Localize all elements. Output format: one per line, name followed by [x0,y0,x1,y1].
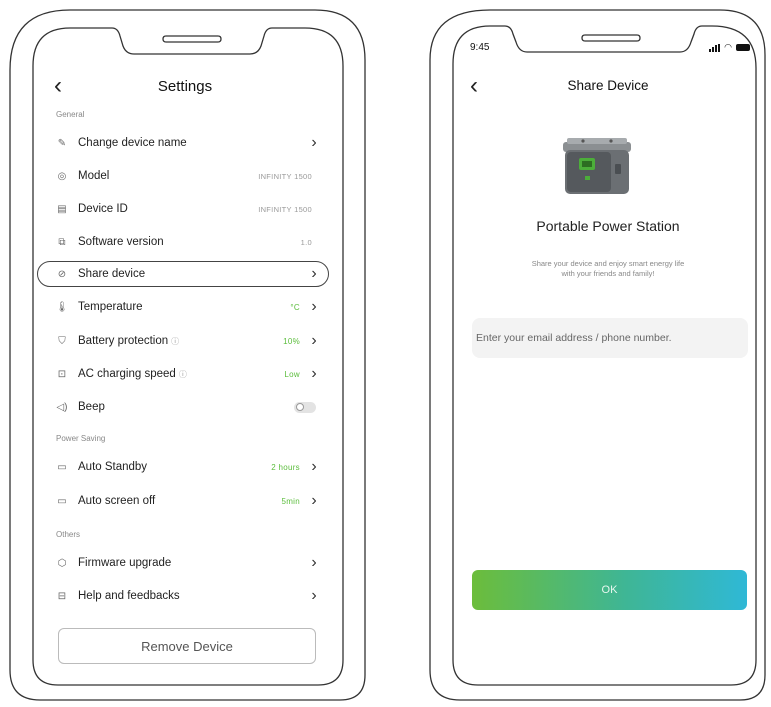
row-ac-charging-speed[interactable]: ⊡ AC charging speed ⓘ Low › [54,359,320,389]
row-auto-screen-off[interactable]: ▭ Auto screen off 5min › [54,486,320,516]
row-value: 5min [281,496,300,506]
row-value: 2 hours [271,462,300,472]
row-auto-standby[interactable]: ▭ Auto Standby 2 hours › [54,452,320,482]
toggle-knob [296,403,304,411]
settings-screen: ‹ Settings General ✎ Change device name … [37,58,330,688]
chevron-right-icon: › [311,265,317,282]
share-header: ‹ Share Device [458,74,758,104]
remove-device-button[interactable]: Remove Device [58,628,316,664]
row-help-feedbacks[interactable]: ⊟ Help and feedbacks › [54,581,320,611]
row-label: Help and feedbacks [78,590,180,602]
firmware-icon: ⬡ [57,557,67,569]
battery-icon [736,44,750,51]
row-label: Firmware upgrade [78,557,172,569]
share-icon: ⊘ [57,268,67,280]
chevron-right-icon: › [311,492,317,509]
power-station-image [563,138,631,194]
row-label: AC charging speed [78,368,176,380]
product-name: Portable Power Station [536,218,680,234]
signal-icon [709,43,721,52]
speaker-icon: ◁) [56,401,68,413]
row-temperature[interactable]: 🌡︎ Temperature °C › [54,292,320,322]
plug-icon: ⊡ [57,368,67,380]
row-label: Beep [78,401,105,413]
settings-header: ‹ Settings [40,72,330,102]
feedback-icon: ⊟ [57,590,67,602]
row-firmware-upgrade[interactable]: ⬡ Firmware upgrade › [54,548,320,578]
screen-icon: ▭ [57,495,67,507]
chevron-right-icon: › [311,587,317,604]
row-value: °C [290,302,300,312]
row-value: 1.0 [300,237,312,247]
status-icons: ◠ [709,43,750,52]
row-label: Battery protection [78,335,169,347]
row-value: INFINITY 1500 [258,204,312,214]
beep-toggle[interactable] [294,401,316,413]
row-label: Model [78,170,110,182]
row-share-device[interactable]: ⊘ Share device › [54,259,320,289]
chevron-right-icon: › [311,554,317,571]
status-time: 9:45 [470,42,490,53]
share-description: Share your device and enjoy smart energy… [498,259,718,279]
chevron-right-icon: › [311,332,317,349]
email-phone-input[interactable] [474,331,746,345]
row-beep: ◁) Beep [54,392,320,422]
shield-icon: ⛉ [58,335,66,347]
pencil-icon: ✎ [57,137,67,149]
email-phone-field[interactable] [472,318,748,358]
chevron-right-icon: › [311,298,317,315]
section-others: Others [56,530,81,539]
page-title: Share Device [567,78,649,93]
row-battery-protection[interactable]: ⛉ Battery protection ⓘ 10% › [54,326,320,356]
row-label: Software version [78,236,164,248]
row-change-device-name[interactable]: ✎ Change device name › [54,128,320,158]
row-label: Auto Standby [78,461,148,473]
chevron-right-icon: › [311,365,317,382]
row-label: Device ID [78,203,128,215]
row-software-version: ⧉ Software version 1.0 [54,227,320,257]
description-line: Share your device and enjoy smart energy… [531,259,685,268]
row-model: ◎ Model INFINITY 1500 [54,161,320,191]
row-label: Change device name [78,137,187,149]
share-device-screen: 9:45 ◠ ‹ Share Device Portable Power Sta… [458,34,758,684]
wifi-icon: ◠ [724,42,732,52]
info-icon[interactable]: ⓘ [171,336,283,347]
row-value: INFINITY 1500 [258,171,312,181]
row-value: 10% [283,336,300,346]
id-card-icon: ▤ [57,203,67,215]
info-icon[interactable]: ⓘ [179,369,285,380]
description-line: with your friends and family! [561,269,655,278]
row-label: Share device [78,268,146,280]
ok-button[interactable]: OK [472,570,747,610]
section-power-saving: Power Saving [56,434,106,443]
section-general: General [56,110,85,119]
row-value: Low [284,369,300,379]
cube-icon: ◎ [57,170,67,182]
row-label: Auto screen off [78,495,156,507]
row-device-id: ▤ Device ID INFINITY 1500 [54,194,320,224]
chevron-right-icon: › [311,458,317,475]
thermometer-icon: 🌡︎ [55,301,69,313]
page-title: Settings [157,78,213,95]
chevron-right-icon: › [311,134,317,151]
layers-icon: ⧉ [58,236,66,248]
row-label: Temperature [78,301,143,313]
standby-icon: ▭ [57,461,67,473]
